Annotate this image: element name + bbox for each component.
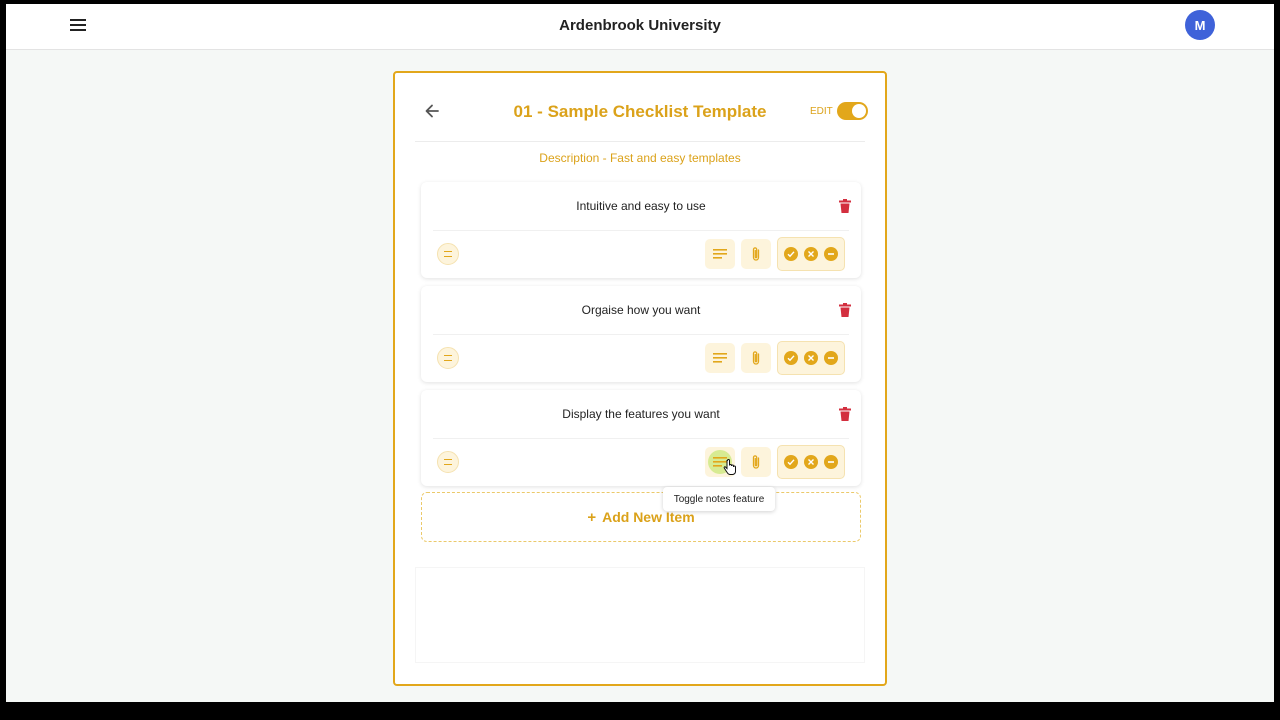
status-button-group xyxy=(777,237,845,271)
notes-toggle-button[interactable] xyxy=(705,343,735,373)
check-circle-icon[interactable] xyxy=(784,351,798,365)
item-title[interactable]: Display the features you want xyxy=(421,407,861,421)
trash-icon[interactable] xyxy=(839,303,851,317)
empty-content-area xyxy=(415,567,865,663)
paperclip-icon xyxy=(752,351,760,365)
checklist-template-card: 01 - Sample Checklist Template EDIT Desc… xyxy=(393,71,887,686)
item-title[interactable]: Orgaise how you want xyxy=(421,303,861,317)
x-circle-icon[interactable] xyxy=(804,351,818,365)
toggle-knob xyxy=(852,104,866,118)
plus-icon: + xyxy=(587,508,597,526)
drag-handle-icon[interactable] xyxy=(437,451,459,473)
notes-icon xyxy=(713,249,727,259)
check-circle-icon[interactable] xyxy=(784,455,798,469)
header-divider xyxy=(415,141,865,142)
checklist-item: Intuitive and easy to use xyxy=(421,182,861,278)
notes-toggle-button[interactable] xyxy=(705,239,735,269)
paperclip-icon xyxy=(752,455,760,469)
notes-tooltip: Toggle notes feature xyxy=(663,487,775,511)
edit-label: EDIT xyxy=(810,106,833,117)
item-divider xyxy=(433,334,849,335)
edit-toggle[interactable] xyxy=(837,102,868,120)
add-new-item-button[interactable]: + Add New Item xyxy=(421,492,861,542)
trash-icon[interactable] xyxy=(839,407,851,421)
status-button-group xyxy=(777,445,845,479)
notes-icon xyxy=(713,353,727,363)
trash-icon[interactable] xyxy=(839,199,851,213)
app-title: Ardenbrook University xyxy=(559,17,721,34)
x-circle-icon[interactable] xyxy=(804,455,818,469)
checklist-item: Display the features you want xyxy=(421,390,861,486)
drag-handle-icon[interactable] xyxy=(437,243,459,265)
minus-circle-icon[interactable] xyxy=(824,247,838,261)
user-avatar[interactable]: M xyxy=(1185,10,1215,40)
item-title[interactable]: Intuitive and easy to use xyxy=(421,199,861,213)
paperclip-icon xyxy=(752,247,760,261)
template-description: Description - Fast and easy templates xyxy=(539,151,741,165)
x-circle-icon[interactable] xyxy=(804,247,818,261)
hand-pointer-cursor-icon xyxy=(723,459,736,475)
app-screen: Ardenbrook University M 01 - Sample Chec… xyxy=(6,4,1274,702)
attachment-toggle-button[interactable] xyxy=(741,343,771,373)
attachment-toggle-button[interactable] xyxy=(741,239,771,269)
minus-circle-icon[interactable] xyxy=(824,455,838,469)
minus-circle-icon[interactable] xyxy=(824,351,838,365)
drag-handle-icon[interactable] xyxy=(437,347,459,369)
checklist-item: Orgaise how you want xyxy=(421,286,861,382)
add-new-item-label: Add New Item xyxy=(602,509,695,525)
item-divider xyxy=(433,230,849,231)
attachment-toggle-button[interactable] xyxy=(741,447,771,477)
top-app-bar: Ardenbrook University M xyxy=(6,4,1274,50)
item-divider xyxy=(433,438,849,439)
check-circle-icon[interactable] xyxy=(784,247,798,261)
status-button-group xyxy=(777,341,845,375)
